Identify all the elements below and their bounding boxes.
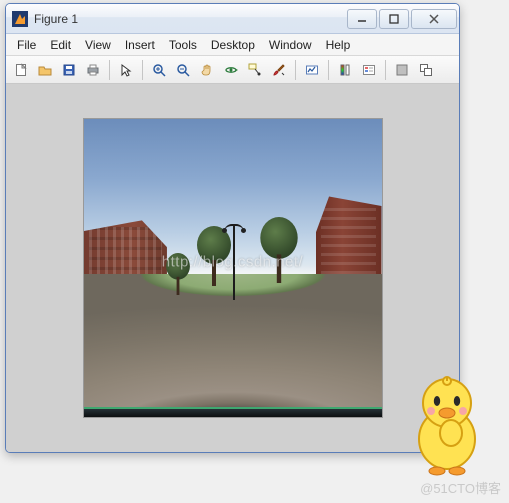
displayed-image: http://blog.csdn.net/ (83, 118, 383, 418)
menu-insert[interactable]: Insert (118, 36, 162, 54)
menubar: File Edit View Insert Tools Desktop Wind… (6, 34, 459, 56)
toolbar (6, 56, 459, 84)
menu-tools[interactable]: Tools (162, 36, 204, 54)
pan-hand-icon[interactable] (196, 59, 218, 81)
page-watermark: @51CTO博客 (420, 478, 501, 497)
menu-help[interactable]: Help (319, 36, 358, 54)
menu-edit[interactable]: Edit (43, 36, 78, 54)
window-title: Figure 1 (34, 12, 345, 26)
toolbar-separator (109, 60, 110, 80)
toolbar-separator (295, 60, 296, 80)
hide-tools-icon[interactable] (391, 59, 413, 81)
menu-window[interactable]: Window (262, 36, 319, 54)
toolbar-separator (385, 60, 386, 80)
titlebar[interactable]: Figure 1 (6, 4, 459, 34)
open-folder-icon[interactable] (34, 59, 56, 81)
new-file-icon[interactable] (10, 59, 32, 81)
insert-colorbar-icon[interactable] (334, 59, 356, 81)
figure-window: Figure 1 File Edit View Insert Tools Des… (5, 3, 460, 453)
window-controls (345, 9, 457, 29)
figure-canvas[interactable]: http://blog.csdn.net/ (6, 84, 459, 452)
zoom-out-icon[interactable] (172, 59, 194, 81)
image-watermark: http://blog.csdn.net/ (162, 254, 303, 271)
brush-icon[interactable] (268, 59, 290, 81)
save-icon[interactable] (58, 59, 80, 81)
menu-file[interactable]: File (10, 36, 43, 54)
dock-figure-icon[interactable] (415, 59, 437, 81)
matlab-app-icon (12, 11, 28, 27)
maximize-button[interactable] (379, 9, 409, 29)
close-button[interactable] (411, 9, 457, 29)
menu-desktop[interactable]: Desktop (204, 36, 262, 54)
print-icon[interactable] (82, 59, 104, 81)
data-cursor-icon[interactable] (244, 59, 266, 81)
duck-mascot-icon (401, 367, 493, 477)
zoom-in-icon[interactable] (148, 59, 170, 81)
pointer-icon[interactable] (115, 59, 137, 81)
menu-view[interactable]: View (78, 36, 118, 54)
rotate-3d-icon[interactable] (220, 59, 242, 81)
toolbar-separator (142, 60, 143, 80)
insert-legend-icon[interactable] (358, 59, 380, 81)
minimize-button[interactable] (347, 9, 377, 29)
toolbar-separator (328, 60, 329, 80)
link-plot-icon[interactable] (301, 59, 323, 81)
